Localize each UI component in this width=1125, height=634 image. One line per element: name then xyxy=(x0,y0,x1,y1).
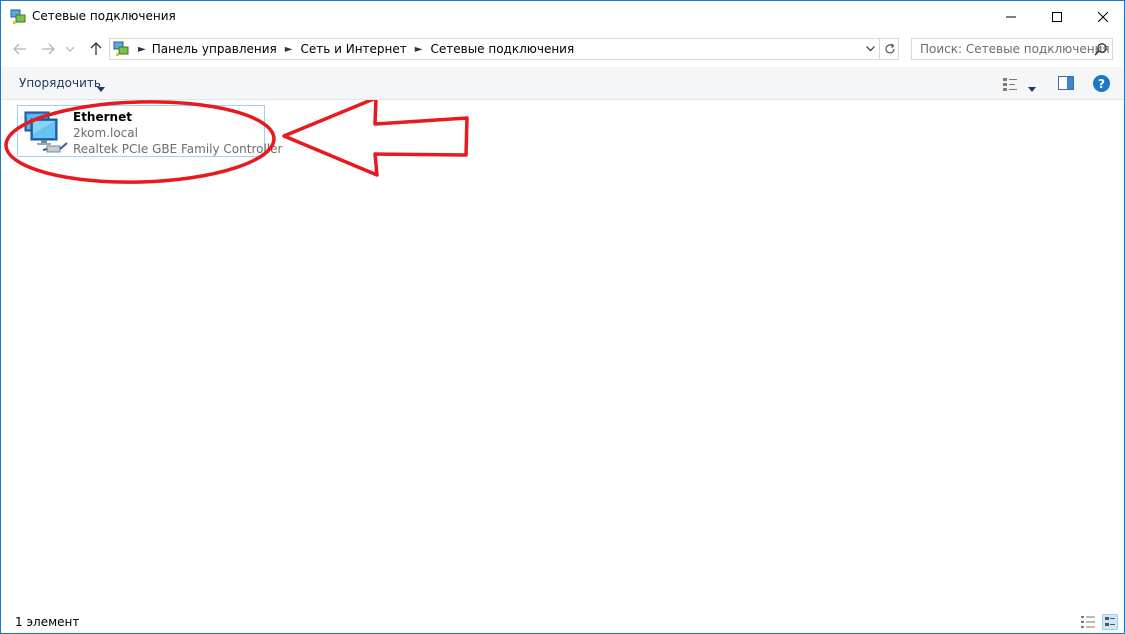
arrow-right-icon xyxy=(42,43,55,55)
item-count: 1 элемент xyxy=(15,615,80,629)
chevron-down-icon xyxy=(66,46,74,52)
recent-locations-button[interactable] xyxy=(63,39,77,59)
back-button[interactable] xyxy=(10,39,30,59)
ethernet-adapter-icon xyxy=(21,110,69,154)
large-icons-view-icon[interactable] xyxy=(1102,614,1118,630)
breadcrumb: ► Панель управления ► Сеть и Интернет ► … xyxy=(134,39,574,59)
organize-button[interactable]: Упорядочить xyxy=(19,76,101,90)
breadcrumb-control-panel[interactable]: Панель управления xyxy=(152,42,277,56)
refresh-icon xyxy=(885,43,895,54)
view-options-dropdown[interactable] xyxy=(1028,81,1036,95)
close-button[interactable] xyxy=(1080,1,1124,32)
navigation-bar: ► Панель управления ► Сеть и Интернет ► … xyxy=(1,33,1124,67)
window-title: Сетевые подключения xyxy=(32,9,176,23)
chevron-right-icon[interactable]: ► xyxy=(138,44,146,55)
connection-name: Ethernet xyxy=(73,110,132,124)
command-bar: Упорядочить ? xyxy=(1,67,1124,100)
connections-list: Ethernet 2kom.local Realtek PCIe GBE Fam… xyxy=(1,100,1124,608)
status-bar: 1 элемент xyxy=(1,609,1124,633)
address-bar[interactable]: ► Панель управления ► Сеть и Интернет ► … xyxy=(109,38,899,60)
breadcrumb-network-connections[interactable]: Сетевые подключения xyxy=(430,42,574,56)
search-placeholder: Поиск: Сетевые подключения xyxy=(920,42,1110,56)
forward-button[interactable] xyxy=(38,39,58,59)
help-icon[interactable]: ? xyxy=(1093,75,1110,92)
change-view-icon[interactable] xyxy=(1002,76,1018,92)
arrow-up-icon xyxy=(90,42,102,55)
search-icon[interactable] xyxy=(1094,42,1108,56)
up-button[interactable] xyxy=(86,39,106,59)
minimize-button[interactable] xyxy=(988,1,1034,32)
arrow-left-icon xyxy=(13,43,26,55)
chevron-right-icon[interactable]: ► xyxy=(415,44,423,55)
network-connections-icon xyxy=(10,9,26,25)
connection-network: 2kom.local xyxy=(73,126,138,140)
explorer-window: Сетевые подключения ► Панель управления … xyxy=(0,0,1125,634)
preview-pane-icon[interactable] xyxy=(1058,76,1074,90)
refresh-button[interactable] xyxy=(879,39,900,59)
chevron-right-icon[interactable]: ► xyxy=(285,44,293,55)
breadcrumb-network-internet[interactable]: Сеть и Интернет xyxy=(300,42,406,56)
chevron-down-icon xyxy=(865,46,875,52)
chevron-down-icon[interactable] xyxy=(97,81,105,95)
maximize-button[interactable] xyxy=(1034,1,1080,32)
address-history-button[interactable] xyxy=(862,39,878,59)
connection-adapter: Realtek PCIe GBE Family Controller xyxy=(73,142,283,156)
title-bar: Сетевые подключения xyxy=(1,1,1124,33)
annotation-arrow xyxy=(282,100,469,177)
details-view-icon[interactable] xyxy=(1080,615,1096,629)
search-input[interactable]: Поиск: Сетевые подключения xyxy=(911,38,1113,60)
connection-item[interactable]: Ethernet 2kom.local Realtek PCIe GBE Fam… xyxy=(17,105,282,157)
network-connections-icon xyxy=(113,41,129,57)
